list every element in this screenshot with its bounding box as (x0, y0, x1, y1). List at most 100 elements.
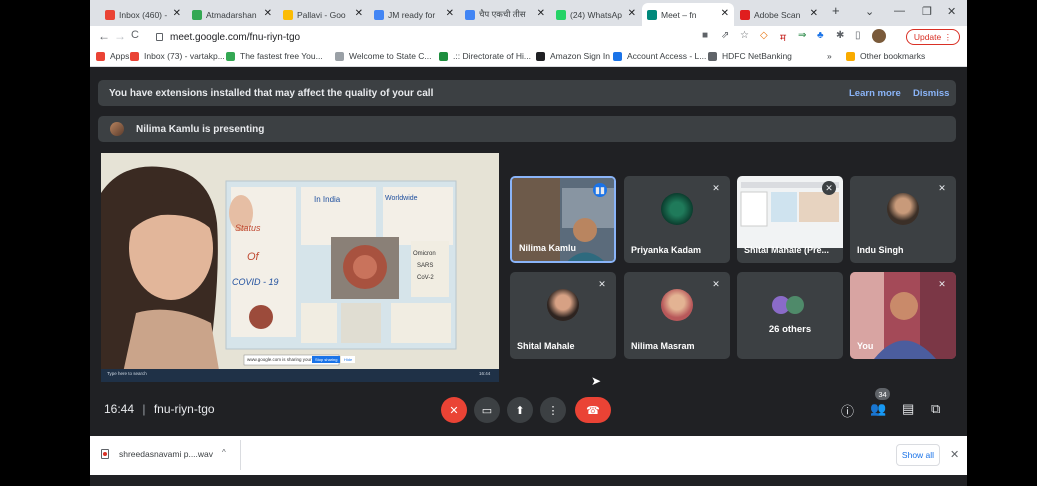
stop-sharing-button[interactable]: Stop sharing (312, 356, 341, 363)
tab-title: Adobe Scan (754, 9, 801, 20)
dismiss-button[interactable]: Dismiss (913, 88, 949, 99)
bookmark-item[interactable]: Welcome to State C... (335, 51, 432, 61)
participant-tile[interactable]: ✕ Nilima Masram (624, 272, 730, 359)
browser-toolbar: ← → C meet.google.com/fnu-riyn-tgo ■ ⇗ ☆… (90, 26, 967, 48)
participant-tile[interactable]: ✕ Shital Mahale (510, 272, 616, 359)
new-tab-button[interactable]: + (832, 3, 840, 18)
bookmark-star-icon[interactable]: ☆ (740, 30, 749, 41)
close-tab-icon[interactable]: ✕ (810, 8, 818, 19)
google-meet-icon (647, 9, 657, 20)
forward-icon[interactable]: → (114, 29, 126, 43)
participant-avatar (661, 193, 693, 226)
hide-button[interactable]: Hide (341, 356, 356, 363)
maximize-icon[interactable]: ❐ (922, 5, 932, 18)
tab-search-icon[interactable]: ⌄ (865, 5, 874, 18)
bookmark-item[interactable]: Amazon Sign In (536, 51, 610, 61)
participant-tile[interactable]: ✕ Shital Mahale (Pre... (737, 176, 843, 263)
tab-title: JM ready for (388, 9, 436, 20)
presentation-video[interactable]: In India Worldwide Status Of COVID - 19 … (101, 153, 499, 382)
bookmark-item[interactable]: .:: Directorate of Hi... (439, 51, 531, 61)
slide-label-cov2: CoV-2 (417, 275, 434, 281)
profile-avatar-icon[interactable] (872, 29, 886, 43)
mic-toggle-button[interactable]: ✕ (441, 397, 467, 423)
participant-name: Indu Singh (857, 245, 904, 255)
meeting-details-icon[interactable]: ⓘ (841, 401, 854, 420)
people-count-badge: 34 (875, 388, 890, 400)
close-tab-icon[interactable]: ✕ (628, 8, 636, 19)
google-drive-icon (283, 9, 293, 20)
bookmark-favicon-icon (708, 51, 717, 61)
mic-muted-icon: ✕ (822, 181, 836, 195)
close-tab-icon[interactable]: ✕ (446, 8, 454, 19)
participant-tile[interactable]: ▮▮ Nilima Kamlu (510, 176, 616, 263)
bookmark-item[interactable]: Account Access - L... (613, 51, 706, 61)
bookmark-item[interactable]: HDFC NetBanking (708, 51, 792, 61)
slide-title-line-3: COVID - 19 (232, 277, 279, 287)
browser-tab[interactable]: (24) WhatsAp ✕ (551, 3, 641, 26)
chevron-up-icon[interactable]: ^ (222, 448, 226, 457)
participant-name: You (857, 341, 874, 351)
bookmarks-more-button[interactable]: » (827, 51, 832, 61)
reload-icon[interactable]: C (131, 29, 139, 41)
show-all-button[interactable]: Show all (896, 444, 940, 466)
bookmark-favicon-icon (439, 51, 448, 61)
share-icon[interactable]: ⇗ (721, 30, 729, 41)
more-options-button[interactable]: ⋮ (540, 397, 566, 423)
extension-icon[interactable]: ⇒ (798, 30, 806, 41)
tab-title: Atmadarshan (206, 9, 257, 20)
participant-tile[interactable]: ✕ Priyanka Kadam (624, 176, 730, 263)
browser-tab[interactable]: Atmadarshan ✕ (187, 3, 277, 26)
learn-more-link[interactable]: Learn more (849, 88, 901, 99)
present-now-button[interactable]: ⬆ (507, 397, 533, 423)
window-close-icon[interactable]: ✕ (947, 5, 956, 18)
leave-call-button[interactable]: ☎ (575, 397, 611, 423)
presenter-avatar (110, 122, 124, 136)
self-tile[interactable]: ✕ You (850, 272, 956, 359)
browser-tab[interactable]: चैप एकची तीस ✕ (460, 3, 550, 26)
update-button[interactable]: Update ⋮ (906, 29, 960, 45)
meeting-time: 16:44 (104, 402, 135, 416)
close-icon[interactable]: ✕ (950, 448, 959, 461)
back-icon[interactable]: ← (98, 29, 110, 43)
extension-icon[interactable]: ◇ (760, 30, 768, 41)
tab-title: चैप एकची तीस (479, 9, 526, 19)
chat-icon[interactable]: ▤ (902, 401, 914, 417)
bookmark-favicon-icon (130, 51, 139, 61)
translate-icon[interactable]: म (780, 30, 786, 44)
activities-icon[interactable]: ⧉ (931, 401, 940, 417)
mic-muted-icon: ✕ (712, 278, 720, 289)
slide-header-india: In India (314, 195, 341, 204)
other-bookmarks-folder[interactable]: Other bookmarks (846, 51, 925, 61)
camera-toggle-button[interactable]: ▭ (474, 397, 500, 423)
google-docs-icon (374, 9, 384, 20)
close-tab-icon[interactable]: ✕ (537, 8, 545, 19)
close-tab-icon[interactable]: ✕ (264, 8, 272, 19)
extension-icon[interactable]: ♣ (817, 30, 824, 41)
close-tab-icon[interactable]: ✕ (355, 8, 363, 19)
people-icon[interactable]: 👥 (870, 401, 886, 417)
browser-tab[interactable]: Meet – fn ✕ (642, 3, 734, 26)
presenting-text: Nilima Kamlu is presenting (136, 123, 265, 135)
bookmark-label: The fastest free You... (240, 51, 323, 61)
browser-tab[interactable]: Inbox (460) - ✕ (100, 3, 186, 26)
browser-tab[interactable]: Pallavi - Goo ✕ (278, 3, 368, 26)
taskbar-clock: 16:44 (479, 371, 491, 376)
browser-tab[interactable]: Adobe Scan ✕ (735, 3, 823, 26)
adobe-icon (740, 9, 750, 20)
download-file-name[interactable]: shreedasnavami p....wav (119, 449, 213, 459)
extensions-puzzle-icon[interactable]: ✱ (836, 30, 844, 41)
close-tab-icon[interactable]: ✕ (173, 8, 181, 19)
others-tile[interactable]: 26 others (737, 272, 843, 359)
bookmark-item[interactable]: Apps (96, 51, 129, 61)
minimize-icon[interactable]: — (894, 5, 905, 17)
browser-tab[interactable]: JM ready for ✕ (369, 3, 459, 26)
participant-tile[interactable]: ✕ Indu Singh (850, 176, 956, 263)
bookmarks-bar: » Other bookmarks Apps Inbox (73) - varta… (90, 48, 967, 67)
bookmark-label: HDFC NetBanking (722, 51, 792, 61)
camera-icon[interactable]: ■ (702, 30, 708, 41)
address-bar[interactable]: meet.google.com/fnu-riyn-tgo (150, 28, 710, 46)
close-tab-icon[interactable]: ✕ (721, 8, 729, 19)
bookmark-item[interactable]: Inbox (73) - vartakp... (130, 51, 225, 61)
sidebar-icon[interactable]: ▯ (855, 30, 861, 41)
bookmark-item[interactable]: The fastest free You... (226, 51, 323, 61)
